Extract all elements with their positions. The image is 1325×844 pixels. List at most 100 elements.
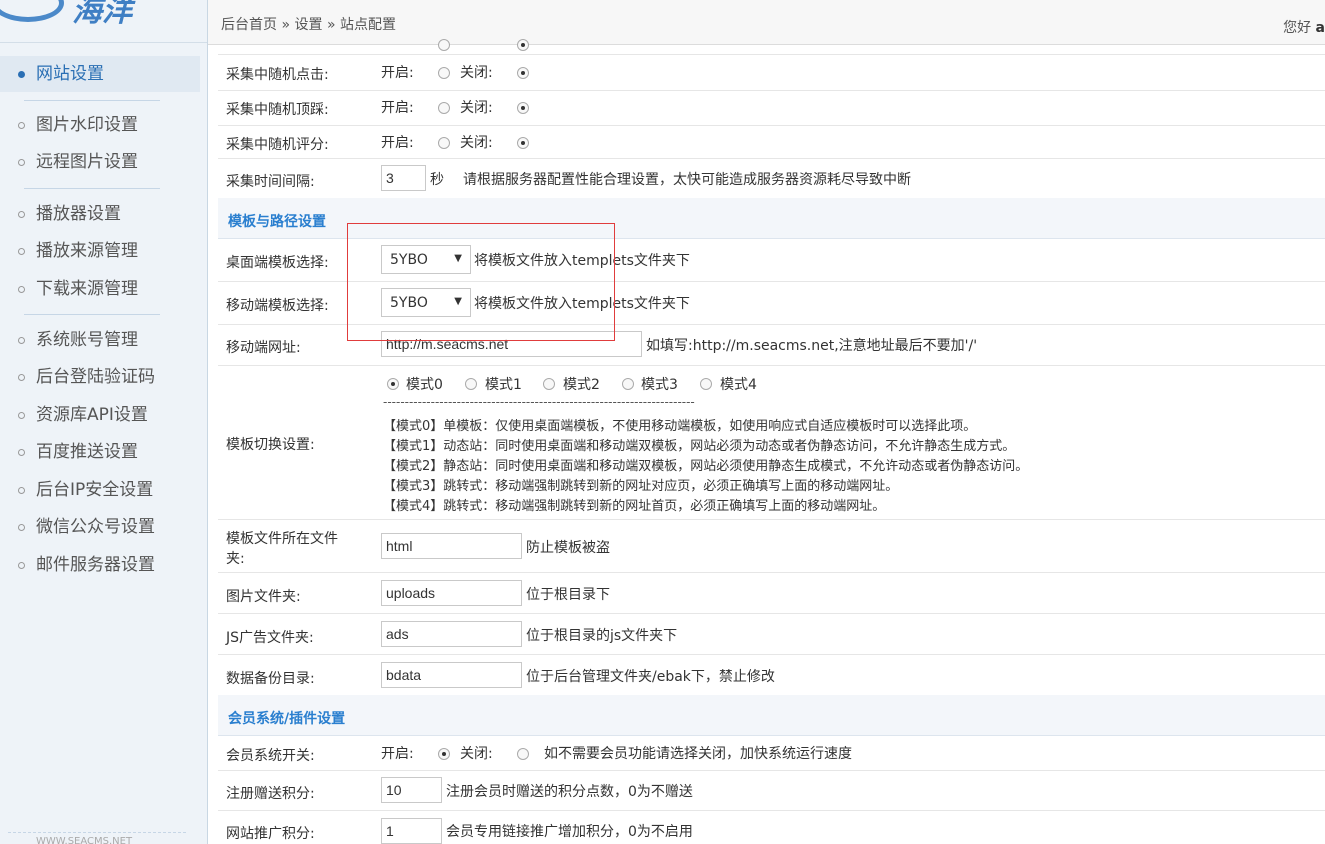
sidebar-item-ip-security[interactable]: 后台IP安全设置 — [0, 472, 200, 508]
promo-points-input[interactable] — [381, 818, 442, 844]
form-row-template-dir: 模板文件所在文件 夹: 防止模板被盗 — [218, 519, 1325, 573]
bullet-icon — [18, 248, 25, 255]
sidebar-item-label: 下载来源管理 — [36, 279, 138, 299]
radio-on[interactable] — [438, 39, 450, 51]
form-row-member-switch: 会员系统开关: 开启: 关闭: 如不需要会员功能请选择关闭，加快系统运行速度 — [218, 735, 1325, 771]
greeting-text: 您好 — [1283, 20, 1312, 36]
member-switch-hint: 如不需要会员功能请选择关闭，加快系统运行速度 — [544, 746, 852, 762]
member-off-radio[interactable] — [517, 748, 529, 760]
sidebar-item-label: 播放器设置 — [36, 204, 121, 224]
sidebar-item-label: 系统账号管理 — [36, 330, 138, 350]
random-dig-on-radio[interactable] — [438, 102, 450, 114]
sidebar-item-label: 后台IP安全设置 — [36, 480, 154, 500]
sidebar-divider — [24, 314, 160, 315]
sidebar: 海洋 网站设置 图片水印设置 远程图片设置 播放器设置 播放来源管理 下载来源管… — [0, 0, 208, 844]
logo-mark-icon — [0, 0, 64, 22]
form-row-template-mode: 模板切换设置: 模式0 模式1 模式2 模式3 模式4 ------------… — [218, 365, 1325, 520]
sidebar-item-watermark[interactable]: 图片水印设置 — [0, 107, 200, 143]
sidebar-item-mail-server[interactable]: 邮件服务器设置 — [0, 547, 200, 583]
random-rate-on-radio[interactable] — [438, 137, 450, 149]
sidebar-item-label: 微信公众号设置 — [36, 517, 155, 537]
mode-description: 【模式3】跳转式：移动端强制跳转到新的网址对应页，必须正确填写上面的移动端网址。 — [383, 479, 899, 494]
sidebar-divider — [24, 100, 160, 101]
sidebar-item-baidu-push[interactable]: 百度推送设置 — [0, 434, 200, 470]
logo: 海洋 — [0, 0, 207, 43]
form-row-js-ad-dir: JS广告文件夹: 位于根目录的js文件夹下 — [218, 613, 1325, 655]
field-label: 移动端模板选择: — [226, 298, 329, 314]
mode4-label: 模式4 — [720, 377, 757, 393]
backup-dir-input[interactable] — [381, 662, 522, 688]
bullet-icon — [18, 286, 25, 293]
mode1-label: 模式1 — [485, 377, 522, 393]
template-dir-input[interactable] — [381, 533, 522, 559]
sidebar-item-label: 邮件服务器设置 — [36, 555, 155, 575]
field-label: 采集时间间隔: — [226, 174, 315, 190]
form-row-partial — [218, 39, 1325, 55]
member-on-radio[interactable] — [438, 748, 450, 760]
sidebar-item-play-source[interactable]: 播放来源管理 — [0, 233, 200, 269]
mobile-url-hint: 如填写:http://m.seacms.net,注意地址最后不要加'/' — [646, 338, 978, 354]
bullet-icon — [18, 374, 25, 381]
off-label: 关闭: — [460, 746, 493, 762]
promo-points-hint: 会员专用链接推广增加积分，0为不启用 — [446, 824, 693, 840]
random-click-off-radio[interactable] — [517, 67, 529, 79]
sidebar-item-remote-image[interactable]: 远程图片设置 — [0, 144, 200, 180]
mode1-radio[interactable] — [465, 378, 477, 390]
sidebar-item-accounts[interactable]: 系统账号管理 — [0, 322, 200, 358]
mode2-radio[interactable] — [543, 378, 555, 390]
image-dir-hint: 位于根目录下 — [526, 587, 610, 603]
mode-description: 【模式0】单模板：仅使用桌面端模板，不使用移动端模板，如使用响应式自适应模板时可… — [383, 419, 977, 434]
bullet-icon — [18, 524, 25, 531]
on-label: 开启: — [381, 65, 414, 81]
sidebar-item-download-source[interactable]: 下载来源管理 — [0, 271, 200, 307]
mode-description: 【模式1】动态站：同时使用桌面端和移动端双模板，网站必须为动态或者伪静态访问，不… — [383, 439, 1016, 454]
breadcrumb-current: 站点配置 — [339, 17, 396, 33]
js-ad-dir-input[interactable] — [381, 621, 522, 647]
mode-description: 【模式4】跳转式：移动端强制跳转到新的网址首页，必须正确填写上面的移动端网址。 — [383, 499, 886, 514]
on-label: 开启: — [381, 135, 414, 151]
radio-off[interactable] — [517, 39, 529, 51]
bullet-icon — [18, 412, 25, 419]
field-label: 桌面端模板选择: — [226, 255, 329, 271]
divider-dashes: ----------------------------------------… — [383, 395, 695, 409]
field-label: 采集中随机顶踩: — [226, 102, 329, 118]
random-dig-off-radio[interactable] — [517, 102, 529, 114]
user-greeting: 您好 a — [1283, 17, 1325, 37]
bullet-icon — [18, 337, 25, 344]
random-rate-off-radio[interactable] — [517, 137, 529, 149]
sidebar-item-label: 后台登陆验证码 — [36, 367, 155, 387]
interval-input[interactable] — [381, 165, 426, 191]
field-label: 移动端网址: — [226, 340, 301, 356]
username[interactable]: a — [1316, 20, 1325, 36]
sidebar-item-resource-api[interactable]: 资源库API设置 — [0, 397, 200, 433]
register-points-input[interactable] — [381, 777, 442, 803]
form-row-interval: 采集时间间隔: 秒 请根据服务器配置性能合理设置，太快可能造成服务器资源耗尽导致… — [218, 158, 1325, 199]
interval-hint: 请根据服务器配置性能合理设置，太快可能造成服务器资源耗尽导致中断 — [463, 172, 911, 188]
field-label: 网站推广积分: — [226, 826, 315, 842]
mode3-label: 模式3 — [641, 377, 678, 393]
bullet-icon — [18, 211, 25, 218]
mode4-radio[interactable] — [700, 378, 712, 390]
sidebar-item-login-captcha[interactable]: 后台登陆验证码 — [0, 359, 200, 395]
mode3-radio[interactable] — [622, 378, 634, 390]
image-dir-input[interactable] — [381, 580, 522, 606]
sidebar-footer-divider — [8, 832, 186, 833]
sidebar-item-player[interactable]: 播放器设置 — [0, 196, 200, 232]
field-label: 采集中随机评分: — [226, 137, 329, 153]
form-row-random-rate: 采集中随机评分: 开启: 关闭: — [218, 125, 1325, 159]
bullet-icon — [18, 71, 25, 78]
mode-description: 【模式2】静态站：同时使用桌面端和移动端双模板，网站必须使用静态生成模式，不允许… — [383, 459, 1029, 474]
on-label: 开启: — [381, 100, 414, 116]
random-click-on-radio[interactable] — [438, 67, 450, 79]
register-points-hint: 注册会员时赠送的积分点数，0为不赠送 — [446, 784, 693, 800]
sidebar-item-label: 播放来源管理 — [36, 241, 138, 261]
sidebar-item-site-settings[interactable]: 网站设置 — [0, 56, 200, 92]
mode0-radio[interactable] — [387, 378, 399, 390]
breadcrumb-home[interactable]: 后台首页 — [221, 17, 277, 33]
breadcrumb-separator: » — [326, 17, 336, 33]
sidebar-divider — [24, 188, 160, 189]
off-label: 关闭: — [460, 135, 493, 151]
field-label: 图片文件夹: — [226, 589, 301, 605]
sidebar-item-wechat[interactable]: 微信公众号设置 — [0, 509, 200, 545]
breadcrumb-settings[interactable]: 设置 — [294, 17, 322, 33]
